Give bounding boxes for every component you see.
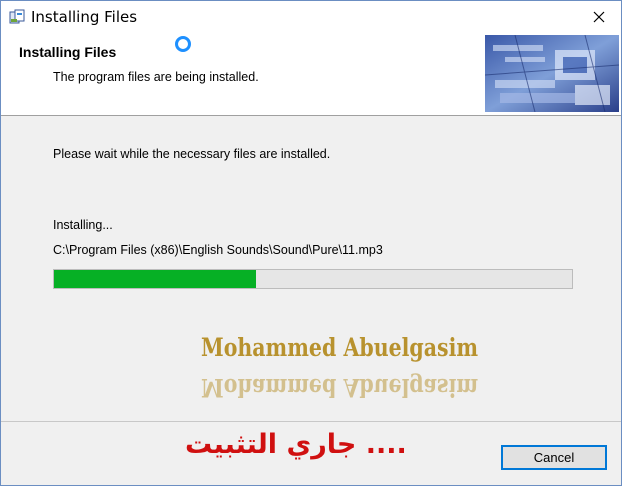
wizard-header: Installing Files The program files are b… xyxy=(1,32,621,116)
status-label: Installing... xyxy=(53,218,113,232)
installer-icon xyxy=(9,9,25,25)
watermark-reflection: Mohammed Abuelgasim xyxy=(201,373,479,402)
header-subtitle: The program files are being installed. xyxy=(53,70,259,84)
window-title: Installing Files xyxy=(31,8,138,26)
current-file-path: C:\Program Files (x86)\English Sounds\So… xyxy=(53,243,383,257)
cancel-button[interactable]: Cancel xyxy=(501,445,607,470)
close-button[interactable] xyxy=(577,1,621,32)
arabic-status-text: جاري التثبيت .... xyxy=(185,429,407,460)
installer-window: Installing Files Installing Files The pr… xyxy=(0,0,622,486)
instruction-text: Please wait while the necessary files ar… xyxy=(53,147,331,161)
header-banner-image xyxy=(485,35,619,112)
progress-bar xyxy=(53,269,573,289)
title-bar[interactable]: Installing Files xyxy=(1,1,621,32)
busy-spinner-icon xyxy=(175,36,191,52)
footer-divider xyxy=(1,421,621,422)
header-title: Installing Files xyxy=(19,44,117,60)
close-icon xyxy=(593,11,605,22)
progress-bar-fill xyxy=(54,270,257,288)
watermark-text: Mohammed Abuelgasim xyxy=(201,333,479,362)
